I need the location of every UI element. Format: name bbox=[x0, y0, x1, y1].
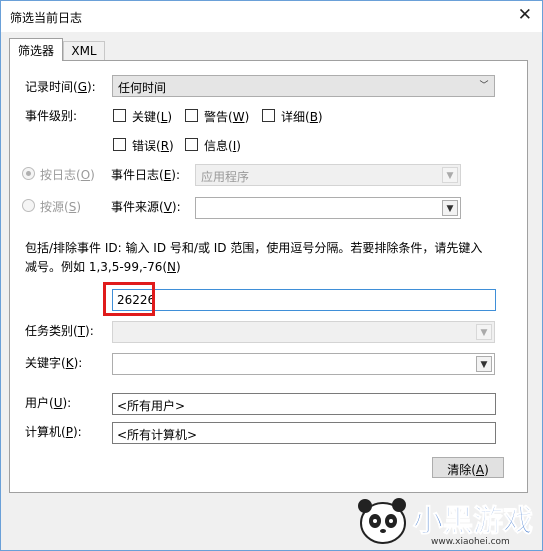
error-checkbox[interactable] bbox=[113, 138, 126, 151]
information-checkbox[interactable] bbox=[185, 138, 198, 151]
watermark-url: www.xiaohei.com bbox=[431, 537, 510, 547]
event-sources-dropdown[interactable]: ▼ bbox=[195, 197, 461, 219]
by-log-radio[interactable] bbox=[22, 167, 35, 180]
warning-checkbox[interactable] bbox=[185, 109, 198, 122]
highlight-box bbox=[103, 282, 155, 316]
computer-input[interactable]: <所有计算机> bbox=[112, 422, 496, 444]
event-sources-label: 事件来源(V): bbox=[111, 200, 181, 214]
event-logs-value: 应用程序 bbox=[201, 170, 250, 184]
event-logs-dropdown[interactable]: 应用程序 ▼ bbox=[195, 164, 461, 186]
verbose-label: 详细(B) bbox=[281, 110, 323, 124]
task-category-label: 任务类别(T): bbox=[25, 324, 94, 338]
logged-value: 任何时间 bbox=[118, 81, 167, 95]
watermark-logo: 小黑游戏 www.xiaohei.com bbox=[351, 491, 541, 549]
window-title: 筛选当前日志 bbox=[10, 11, 83, 25]
critical-checkbox[interactable] bbox=[113, 109, 126, 122]
computer-value: <所有计算机> bbox=[117, 428, 198, 442]
logged-dropdown[interactable]: 任何时间 ﹀ bbox=[112, 75, 495, 97]
verbose-checkbox[interactable] bbox=[262, 109, 275, 122]
dropdown-arrow-icon: ▼ bbox=[476, 324, 492, 340]
error-label: 错误(R) bbox=[132, 139, 174, 153]
tab-xml[interactable]: XML bbox=[63, 41, 105, 60]
task-category-dropdown[interactable]: ▼ bbox=[112, 321, 495, 343]
warning-label: 警告(W) bbox=[204, 110, 250, 124]
close-icon[interactable]: ✕ bbox=[518, 7, 532, 24]
computer-label: 计算机(P): bbox=[25, 425, 82, 439]
event-logs-label: 事件日志(E): bbox=[111, 168, 181, 182]
title-bar: 筛选当前日志 ✕ bbox=[1, 1, 542, 32]
clear-button[interactable]: 清除(A) bbox=[432, 457, 504, 478]
dropdown-arrow-icon: ▼ bbox=[442, 200, 458, 216]
user-input[interactable]: <所有用户> bbox=[112, 393, 496, 415]
svg-text:小黑游戏: 小黑游戏 bbox=[413, 504, 533, 539]
tab-filter[interactable]: 筛选器 bbox=[9, 38, 63, 61]
filter-dialog: 筛选当前日志 ✕ 筛选器 XML 记录时间(G): 任何时间 ﹀ 事件级别: 关… bbox=[0, 0, 543, 551]
critical-label: 关键(L) bbox=[132, 110, 173, 124]
dropdown-arrow-icon: ▼ bbox=[442, 167, 458, 183]
by-source-label: 按源(S) bbox=[40, 200, 81, 214]
user-value: <所有用户> bbox=[117, 399, 186, 413]
information-label: 信息(I) bbox=[204, 139, 241, 153]
event-ids-input[interactable]: 26226 bbox=[112, 289, 496, 311]
user-label: 用户(U): bbox=[25, 396, 72, 410]
filter-panel: 记录时间(G): 任何时间 ﹀ 事件级别: 关键(L) 警告(W) 详细(B) … bbox=[9, 60, 528, 493]
tab-xml-label: XML bbox=[71, 44, 97, 58]
event-level-label: 事件级别: bbox=[25, 109, 78, 123]
by-log-label: 按日志(O) bbox=[40, 168, 95, 182]
logged-label: 记录时间(G): bbox=[25, 80, 96, 94]
keywords-label: 关键字(K): bbox=[25, 356, 83, 370]
keywords-dropdown[interactable]: ▼ bbox=[112, 353, 495, 375]
event-ids-description-line1: 包括/排除事件 ID: 输入 ID 号和/或 ID 范围，使用逗号分隔。若要排除… bbox=[25, 241, 483, 255]
tab-filter-label: 筛选器 bbox=[17, 44, 54, 58]
dropdown-arrow-icon: ▼ bbox=[476, 356, 492, 372]
by-source-radio[interactable] bbox=[22, 199, 35, 212]
chevron-down-icon: ﹀ bbox=[479, 81, 489, 91]
event-ids-description-line2: 减号。例如 1,3,5-99,-76(N) bbox=[25, 260, 181, 274]
